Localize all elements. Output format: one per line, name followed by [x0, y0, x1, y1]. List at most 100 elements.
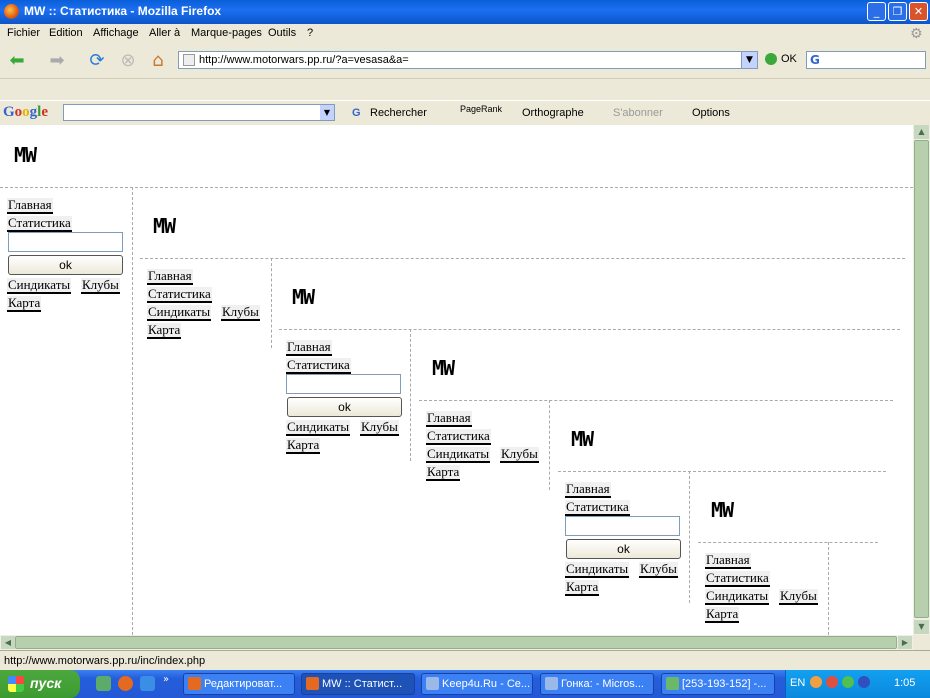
- firefox-quicklaunch-icon[interactable]: [118, 676, 133, 691]
- link-clubs[interactable]: Клубы: [779, 589, 818, 605]
- scroll-up-icon[interactable]: ▲: [914, 125, 929, 139]
- url-input[interactable]: [199, 53, 739, 67]
- scroll-left-icon[interactable]: ◀: [1, 636, 15, 649]
- ie-quicklaunch-icon[interactable]: [140, 676, 155, 691]
- back-arrow-icon[interactable]: ⬅: [4, 50, 30, 72]
- link-main[interactable]: Главная: [7, 198, 53, 214]
- menu-fichier[interactable]: Fichier: [7, 27, 40, 39]
- url-dropdown-icon[interactable]: ▼: [741, 52, 757, 68]
- site-logo[interactable]: MW: [153, 214, 176, 238]
- maximize-button[interactable]: ❐: [888, 2, 907, 21]
- divider: [558, 471, 886, 472]
- vertical-scroll-thumb[interactable]: [914, 140, 929, 618]
- taskbar-item-keep4u[interactable]: Keep4u.Ru - Се...: [421, 673, 533, 695]
- tray-icon[interactable]: [842, 676, 854, 688]
- search-button[interactable]: ok: [566, 539, 681, 559]
- link-clubs[interactable]: Клубы: [639, 562, 678, 578]
- link-stats[interactable]: Статистика: [147, 287, 212, 303]
- taskbar-item-mw[interactable]: MW :: Статист...: [301, 673, 415, 695]
- firefox-icon: [4, 4, 19, 19]
- link-syndicates[interactable]: Синдикаты: [147, 305, 212, 321]
- menu-outils[interactable]: Outils: [268, 27, 296, 39]
- link-map[interactable]: Карта: [426, 465, 461, 481]
- link-syndicates[interactable]: Синдикаты: [7, 278, 72, 294]
- search-button[interactable]: ok: [287, 397, 402, 417]
- taskbar-item-race[interactable]: Гонка: - Micros...: [540, 673, 654, 695]
- menu-marque-pages[interactable]: Marque-pages: [191, 27, 262, 39]
- scroll-down-icon[interactable]: ▼: [914, 620, 929, 634]
- start-button[interactable]: пуск: [0, 670, 80, 698]
- language-indicator[interactable]: EN: [790, 677, 805, 689]
- search-engine-box[interactable]: G: [806, 51, 926, 69]
- search-input[interactable]: [8, 232, 123, 252]
- word-icon: [426, 677, 439, 690]
- link-stats[interactable]: Статистика: [7, 216, 72, 232]
- link-map[interactable]: Карта: [7, 296, 42, 312]
- minimize-button[interactable]: _: [867, 2, 886, 21]
- spellcheck-button[interactable]: Orthographe: [522, 107, 584, 119]
- google-search-input[interactable]: ▼: [63, 104, 335, 121]
- link-main[interactable]: Главная: [705, 553, 751, 569]
- reload-icon[interactable]: ⟳: [84, 50, 110, 72]
- link-stats[interactable]: Статистика: [286, 358, 351, 374]
- link-syndicates[interactable]: Синдикаты: [705, 589, 770, 605]
- tray-icon[interactable]: [810, 676, 822, 688]
- url-bar[interactable]: ▼: [178, 51, 758, 69]
- stop-icon[interactable]: ⊗: [115, 50, 141, 72]
- options-button[interactable]: Options: [692, 107, 730, 119]
- google-dropdown-icon[interactable]: ▼: [320, 105, 334, 120]
- menu-edition[interactable]: Edition: [49, 27, 83, 39]
- quicklaunch-more-icon[interactable]: »: [163, 674, 169, 685]
- desktop-icon[interactable]: [96, 676, 111, 691]
- scroll-right-icon[interactable]: ▶: [898, 636, 912, 649]
- divider: [140, 258, 905, 259]
- menu-affichage[interactable]: Affichage: [93, 27, 139, 39]
- firefox-icon: [188, 677, 201, 690]
- menu-aller[interactable]: Aller à: [149, 27, 180, 39]
- throbber-icon: ⚙: [910, 26, 923, 42]
- link-syndicates[interactable]: Синдикаты: [565, 562, 630, 578]
- go-button[interactable]: OK: [765, 53, 797, 66]
- link-stats[interactable]: Статистика: [705, 571, 770, 587]
- tray-icon[interactable]: [826, 676, 838, 688]
- link-map[interactable]: Карта: [286, 438, 321, 454]
- link-main[interactable]: Главная: [426, 411, 472, 427]
- link-syndicates[interactable]: Синдикаты: [426, 447, 491, 463]
- link-map[interactable]: Карта: [147, 323, 182, 339]
- search-button[interactable]: ok: [8, 255, 123, 275]
- close-button[interactable]: ✕: [909, 2, 928, 21]
- status-bar: http://www.motorwars.pp.ru/inc/index.php: [0, 650, 930, 671]
- link-map[interactable]: Карта: [565, 580, 600, 596]
- link-clubs[interactable]: Клубы: [221, 305, 260, 321]
- site-logo[interactable]: MW: [292, 285, 315, 309]
- taskbar-item-chat[interactable]: [253-193-152] -...: [661, 673, 775, 695]
- link-syndicates[interactable]: Синдикаты: [286, 420, 351, 436]
- link-stats[interactable]: Статистика: [565, 500, 630, 516]
- search-input[interactable]: [565, 516, 680, 536]
- site-logo[interactable]: MW: [14, 143, 37, 167]
- horizontal-scrollbar[interactable]: ◀ ▶: [0, 635, 913, 650]
- site-logo[interactable]: MW: [711, 498, 734, 522]
- home-icon[interactable]: ⌂: [145, 50, 171, 72]
- link-clubs[interactable]: Клубы: [500, 447, 539, 463]
- link-clubs[interactable]: Клубы: [360, 420, 399, 436]
- google-logo[interactable]: Google: [3, 104, 48, 121]
- link-main[interactable]: Главная: [286, 340, 332, 356]
- divider: [279, 329, 900, 330]
- google-search-button[interactable]: Rechercher: [370, 107, 427, 119]
- taskbar-item-editor[interactable]: Редактироват...: [183, 673, 295, 695]
- tray-icon[interactable]: [858, 676, 870, 688]
- link-main[interactable]: Главная: [565, 482, 611, 498]
- site-logo[interactable]: MW: [571, 427, 594, 451]
- menu-help[interactable]: ?: [307, 27, 313, 39]
- subscribe-button[interactable]: S'abonner: [613, 107, 663, 119]
- horizontal-scroll-thumb[interactable]: [15, 636, 897, 649]
- link-clubs[interactable]: Клубы: [81, 278, 120, 294]
- link-map[interactable]: Карта: [705, 607, 740, 623]
- vertical-scrollbar[interactable]: ▲ ▼: [913, 125, 930, 635]
- search-input[interactable]: [286, 374, 401, 394]
- link-stats[interactable]: Статистика: [426, 429, 491, 445]
- link-main[interactable]: Главная: [147, 269, 193, 285]
- site-logo[interactable]: MW: [432, 356, 455, 380]
- forward-arrow-icon[interactable]: ➡: [44, 50, 70, 72]
